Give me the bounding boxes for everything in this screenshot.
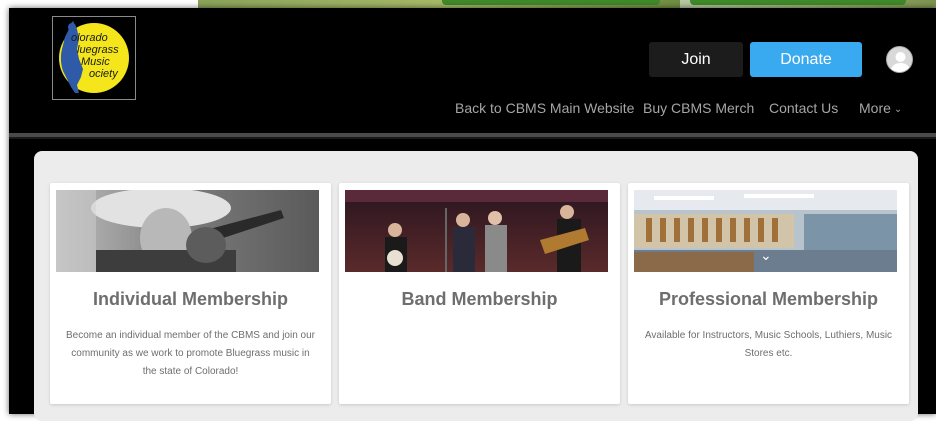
user-avatar-icon[interactable] <box>886 46 913 73</box>
logo-text-line: Music <box>81 56 110 68</box>
logo-text-line: ociety <box>89 68 118 80</box>
nav-more-label: More <box>859 100 891 116</box>
card-description: Available for Instructors, Music Schools… <box>644 330 893 359</box>
nav-more-menu[interactable]: More ⌄ <box>859 100 902 116</box>
band-membership-photo <box>345 190 608 272</box>
membership-card-individual[interactable]: Individual Membership Become an individu… <box>50 183 331 404</box>
nav-link-merch[interactable]: Buy CBMS Merch <box>643 100 754 116</box>
header-divider-shadow <box>9 137 936 139</box>
card-title: Band Membership <box>401 289 558 309</box>
site-logo[interactable]: olorado luegrass Music ociety <box>52 16 136 100</box>
individual-membership-photo <box>56 190 319 272</box>
join-button[interactable]: Join <box>649 42 743 77</box>
card-title: Individual Membership <box>92 289 289 309</box>
professional-membership-photo: ⌄ <box>634 190 897 272</box>
logo-text-line: luegrass <box>77 44 119 56</box>
nav-link-contact[interactable]: Contact Us <box>769 100 838 116</box>
background-page-strip <box>0 0 936 8</box>
card-title: Professional Membership <box>658 289 879 309</box>
site-header: olorado luegrass Music ociety Join Donat… <box>9 8 936 134</box>
background-card-button <box>690 0 906 5</box>
chevron-down-icon: ⌄ <box>893 104 903 115</box>
nav-link-main-website[interactable]: Back to CBMS Main Website <box>455 100 634 116</box>
membership-card-band[interactable]: Band Membership <box>339 183 620 404</box>
donate-button[interactable]: Donate <box>750 42 862 77</box>
user-silhouette-icon <box>890 52 911 72</box>
card-description: Become an individual member of the CBMS … <box>65 330 316 377</box>
membership-card-professional[interactable]: ⌄ Professional Membership Available for … <box>628 183 909 404</box>
background-card-button <box>442 0 660 5</box>
carousel-chevron-down-icon[interactable]: ⌄ <box>760 248 772 264</box>
membership-window: olorado luegrass Music ociety Join Donat… <box>9 8 936 421</box>
logo-text-line: olorado <box>71 32 108 44</box>
